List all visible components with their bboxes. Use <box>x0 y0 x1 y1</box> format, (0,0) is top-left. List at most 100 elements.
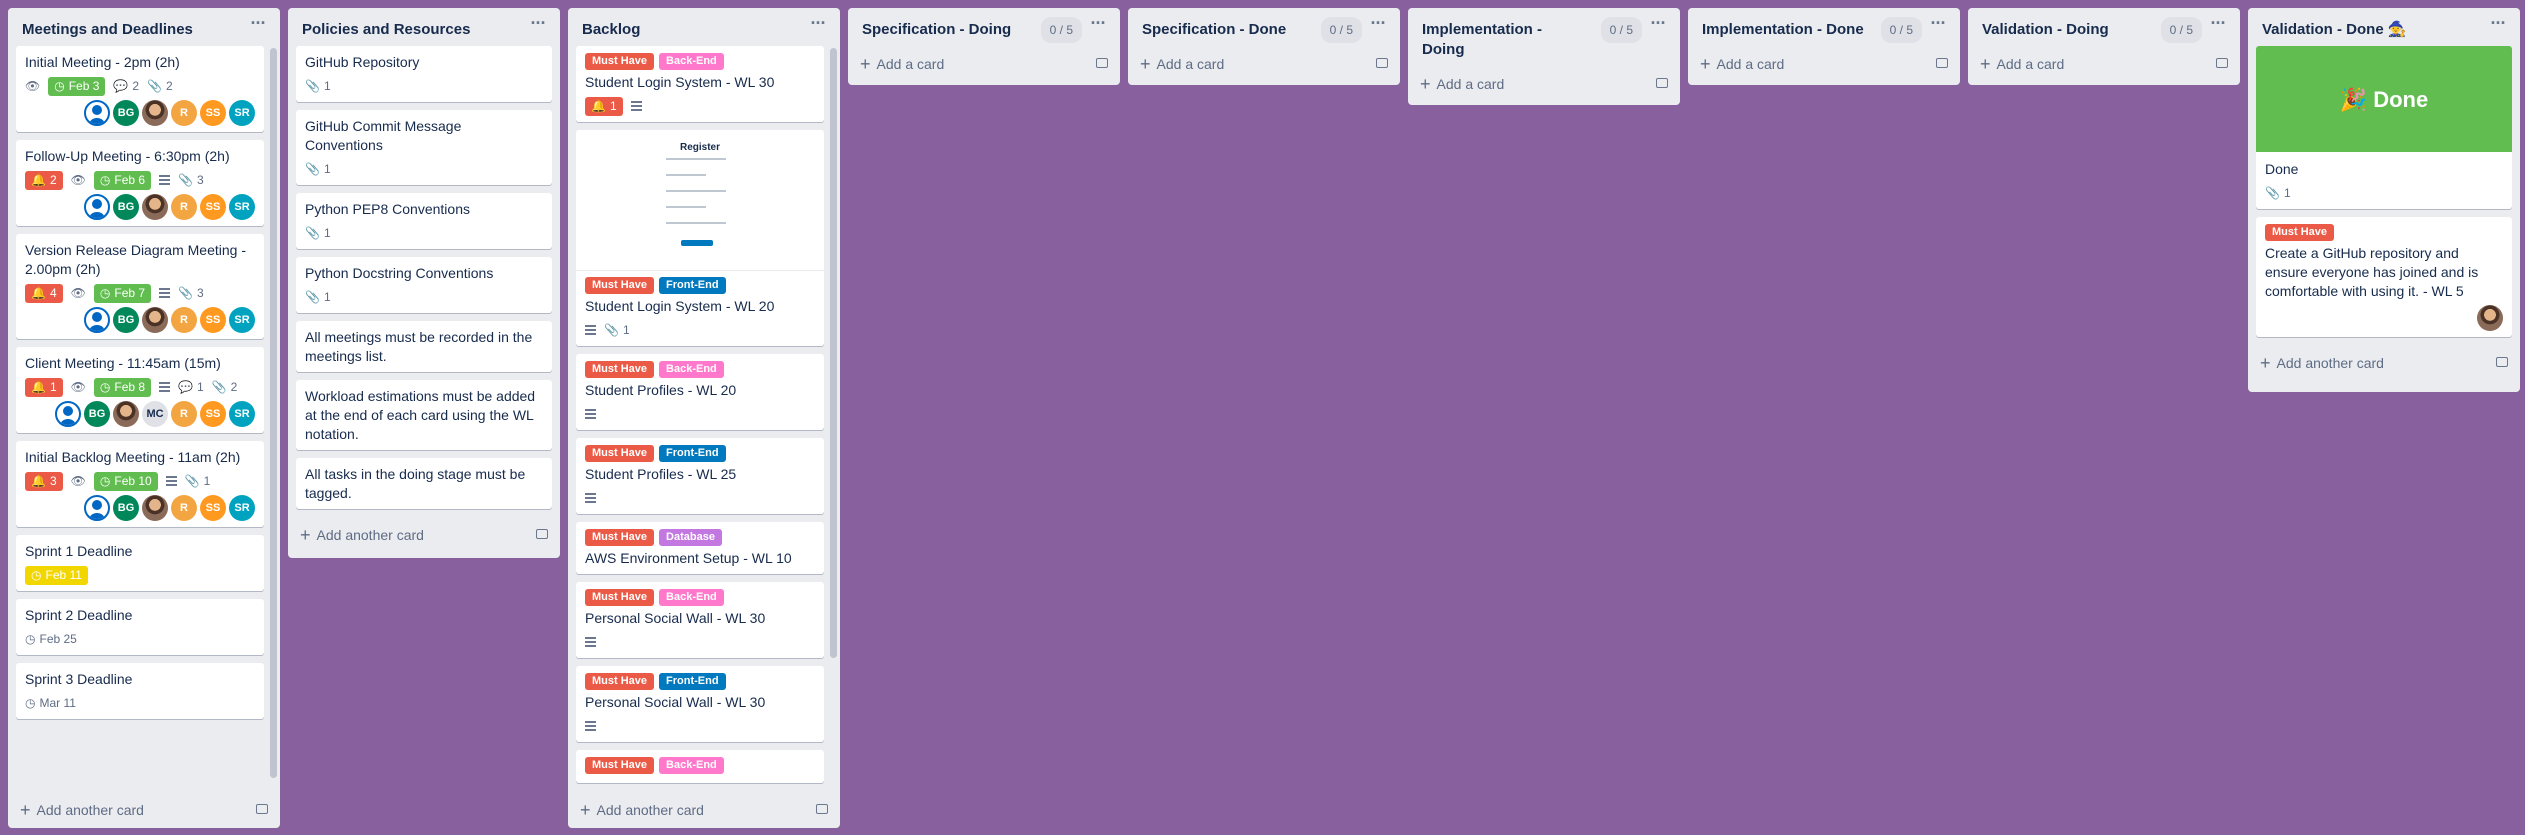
due-date-badge[interactable]: ◷ Mar 11 <box>25 694 76 713</box>
card[interactable]: GitHub Commit Message Conventions 📎 1 <box>296 110 552 185</box>
due-date-badge[interactable]: ◷ Feb 8 <box>93 377 152 397</box>
card[interactable]: Must Have Front-End Personal Social Wall… <box>576 666 824 742</box>
list-menu-icon[interactable]: ··· <box>528 14 548 36</box>
card[interactable]: Workload estimations must be added at th… <box>296 380 552 450</box>
label-must-have[interactable]: Must Have <box>585 53 655 70</box>
card[interactable]: Version Release Diagram Meeting - 2.00pm… <box>16 234 264 339</box>
list-title[interactable]: Backlog <box>582 20 790 40</box>
label-back-end[interactable]: Back-End <box>659 361 724 378</box>
card[interactable]: All tasks in the doing stage must be tag… <box>296 458 552 509</box>
label-back-end[interactable]: Back-End <box>659 53 724 70</box>
avatar[interactable]: BG <box>113 100 139 126</box>
label-must-have[interactable]: Must Have <box>585 757 655 774</box>
avatar[interactable]: SS <box>200 100 226 126</box>
card[interactable]: Initial Backlog Meeting - 11am (2h) 🔔 3 👁… <box>16 441 264 527</box>
label-must-have[interactable]: Must Have <box>585 445 655 462</box>
list-header[interactable]: Specification - Done 0 / 5 ··· <box>1128 8 1400 46</box>
label-must-have[interactable]: Must Have <box>2265 224 2335 241</box>
list-menu-icon[interactable]: ··· <box>2488 14 2508 36</box>
card[interactable]: Sprint 1 Deadline ◷ Feb 11 <box>16 535 264 591</box>
list-header[interactable]: Policies and Resources ··· <box>288 8 560 46</box>
label-must-have[interactable]: Must Have <box>585 589 655 606</box>
card-template-icon[interactable] <box>2216 58 2228 68</box>
avatar[interactable] <box>113 401 139 427</box>
list-title[interactable]: Implementation - Done <box>1702 20 1910 40</box>
card[interactable]: Initial Meeting - 2pm (2h) 👁 ◷ Feb 3 💬 2 📎… <box>16 46 264 132</box>
avatar[interactable] <box>142 194 168 220</box>
card-template-icon[interactable] <box>1936 58 1948 68</box>
card-template-icon[interactable] <box>1656 78 1668 88</box>
card[interactable]: Must Have Back-End <box>576 750 824 783</box>
card[interactable]: All meetings must be recorded in the mee… <box>296 321 552 372</box>
card[interactable]: Must Have Database AWS Environment Setup… <box>576 522 824 574</box>
card[interactable]: Sprint 2 Deadline ◷ Feb 25 <box>16 599 264 655</box>
list-menu-icon[interactable]: ··· <box>1368 14 1388 36</box>
avatar[interactable]: R <box>171 307 197 333</box>
avatar[interactable]: R <box>171 401 197 427</box>
list-menu-icon[interactable]: ··· <box>1648 14 1668 36</box>
card[interactable]: GitHub Repository 📎 1 <box>296 46 552 102</box>
due-date-badge[interactable]: ◷ Feb 3 <box>48 76 106 96</box>
avatar[interactable]: BG <box>113 307 139 333</box>
label-must-have[interactable]: Must Have <box>585 529 655 546</box>
label-back-end[interactable]: Back-End <box>659 589 724 606</box>
card-template-icon[interactable] <box>256 804 268 814</box>
avatar[interactable] <box>142 307 168 333</box>
label-must-have[interactable]: Must Have <box>585 673 655 690</box>
avatar[interactable]: R <box>171 495 197 521</box>
list-title[interactable]: Policies and Resources <box>302 20 510 40</box>
avatar[interactable] <box>142 100 168 126</box>
list-title[interactable]: Specification - Done <box>1142 20 1350 40</box>
add-another-card-button[interactable]: + Add another card <box>288 517 560 553</box>
list-header[interactable]: Meetings and Deadlines ··· <box>8 8 280 46</box>
due-date-badge[interactable]: ◷ Feb 6 <box>93 170 152 190</box>
avatar[interactable] <box>84 100 110 126</box>
add-card-button[interactable]: + Add a card <box>1968 46 2240 82</box>
due-date-badge[interactable]: ◷ Feb 11 <box>25 565 88 585</box>
card[interactable]: Must Have Back-End Student Profiles - WL… <box>576 354 824 430</box>
add-another-card-button[interactable]: + Add another card <box>2248 345 2520 381</box>
due-date-badge[interactable]: ◷ Feb 10 <box>93 471 158 491</box>
avatar[interactable] <box>55 401 81 427</box>
list-title[interactable]: Specification - Doing <box>862 20 1070 40</box>
card[interactable]: 🎉 Done Done 📎 1 <box>2256 46 2512 209</box>
card[interactable]: Python PEP8 Conventions 📎 1 <box>296 193 552 249</box>
list-title[interactable]: Validation - Done 🧙 <box>2262 20 2470 40</box>
avatar[interactable]: SR <box>229 307 255 333</box>
list-header[interactable]: Implementation - Done 0 / 5 ··· <box>1688 8 1960 46</box>
avatar[interactable] <box>84 495 110 521</box>
list-header[interactable]: Validation - Doing 0 / 5 ··· <box>1968 8 2240 46</box>
card[interactable]: Client Meeting - 11:45am (15m) 🔔 1 👁 ◷ Feb… <box>16 347 264 433</box>
list-menu-icon[interactable]: ··· <box>808 14 828 36</box>
avatar[interactable]: SS <box>200 194 226 220</box>
card[interactable]: Register Must Have Front-End Student Log… <box>576 130 824 346</box>
list-title[interactable]: Implementation - Doing <box>1422 20 1560 60</box>
list-header[interactable]: Specification - Doing 0 / 5 ··· <box>848 8 1120 46</box>
card[interactable]: Must Have Front-End Student Profiles - W… <box>576 438 824 514</box>
avatar[interactable]: MC <box>142 401 168 427</box>
add-card-button[interactable]: + Add a card <box>1408 66 1680 102</box>
label-database[interactable]: Database <box>659 529 722 546</box>
card[interactable]: Follow-Up Meeting - 6:30pm (2h) 🔔 2 👁 ◷ Fe… <box>16 140 264 226</box>
label-front-end[interactable]: Front-End <box>659 673 726 690</box>
avatar[interactable]: SR <box>229 495 255 521</box>
avatar[interactable]: SS <box>200 401 226 427</box>
avatar[interactable]: SR <box>229 401 255 427</box>
card[interactable]: Must Have Create a GitHub repository and… <box>2256 217 2512 337</box>
list-header[interactable]: Implementation - Doing 0 / 5 ··· <box>1408 8 1680 66</box>
list-header[interactable]: Validation - Done 🧙 ··· <box>2248 8 2520 46</box>
avatar[interactable]: BG <box>113 194 139 220</box>
avatar[interactable] <box>84 194 110 220</box>
label-back-end[interactable]: Back-End <box>659 757 724 774</box>
card[interactable]: Python Docstring Conventions 📎 1 <box>296 257 552 313</box>
label-must-have[interactable]: Must Have <box>585 361 655 378</box>
card-template-icon[interactable] <box>816 804 828 814</box>
card-template-icon[interactable] <box>1376 58 1388 68</box>
card-template-icon[interactable] <box>536 529 548 539</box>
card-template-icon[interactable] <box>1096 58 1108 68</box>
avatar[interactable] <box>142 495 168 521</box>
due-date-badge[interactable]: ◷ Feb 25 <box>25 630 77 649</box>
avatar[interactable]: SS <box>200 307 226 333</box>
list-menu-icon[interactable]: ··· <box>1928 14 1948 36</box>
card[interactable]: Sprint 3 Deadline ◷ Mar 11 <box>16 663 264 719</box>
